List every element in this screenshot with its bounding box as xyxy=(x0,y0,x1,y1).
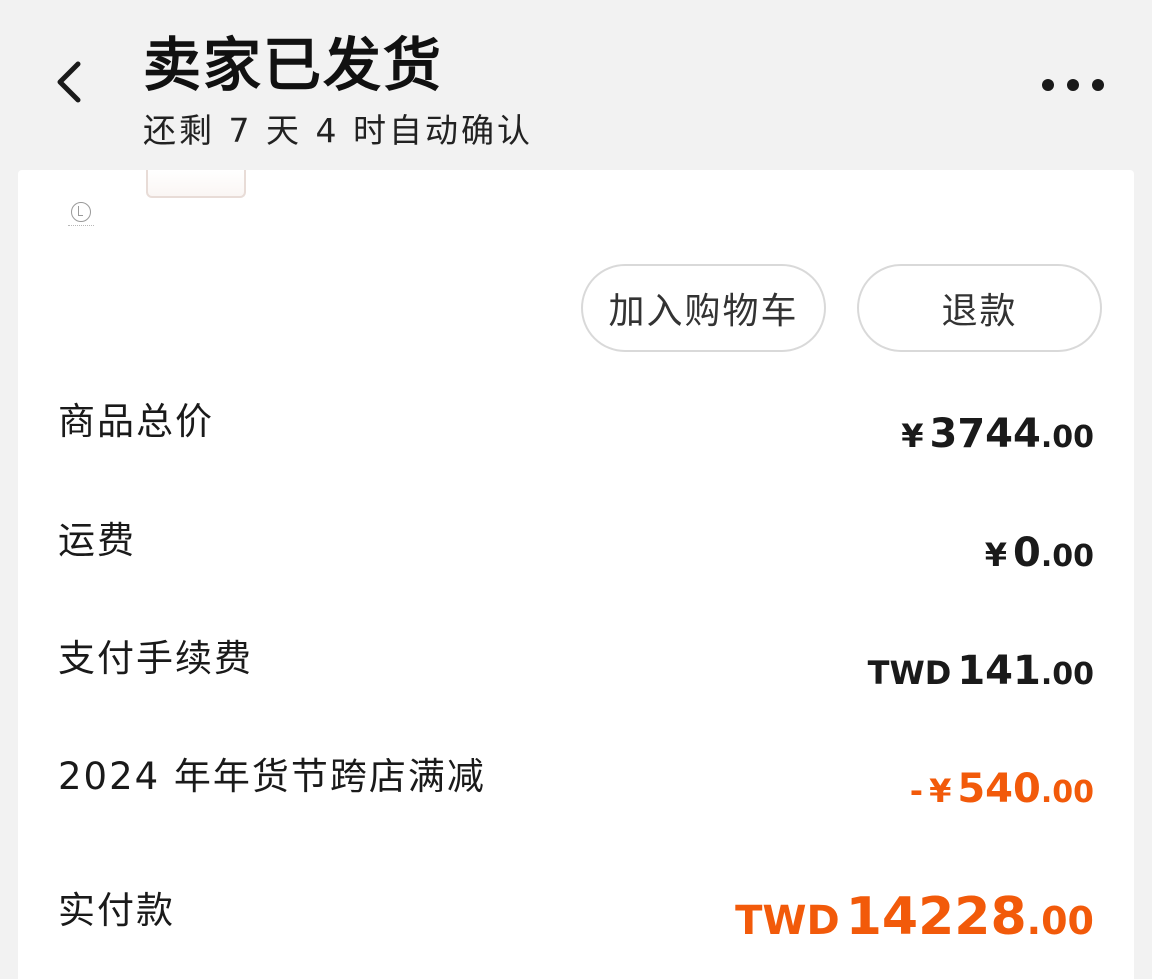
amount-integer: 14228 xyxy=(845,887,1027,947)
payment-fee-row: 支付手续费 TWD 141 .00 xyxy=(58,619,1094,699)
amount-integer: 141 xyxy=(957,648,1041,694)
order-card: 加入购物车 退款 商品总价 ¥ 3744 .00 运费 ¥ 0 .00 支付手续… xyxy=(18,170,1134,979)
more-button[interactable] xyxy=(1036,62,1110,108)
product-image[interactable] xyxy=(146,170,246,198)
payment-fee-label: 支付手续费 xyxy=(58,637,253,680)
amount-decimal: .00 xyxy=(1040,539,1094,574)
paid-label: 实付款 xyxy=(58,889,175,932)
currency-symbol: ¥ xyxy=(984,536,1007,574)
shipping-amount: ¥ 0 .00 xyxy=(985,513,1094,597)
more-dots-icon xyxy=(1042,79,1054,91)
auto-confirm-countdown: 还剩 7 天 4 时自动确认 xyxy=(143,111,533,150)
paid-row: 实付款 TWD 14228 .00 xyxy=(58,871,1094,951)
amount-decimal: .00 xyxy=(1040,420,1094,455)
currency-code: TWD xyxy=(867,654,952,692)
chevron-left-icon xyxy=(57,61,81,103)
amount-decimal: .00 xyxy=(1026,899,1094,943)
page-title: 卖家已发货 xyxy=(143,31,444,99)
discount-row: 2024 年年货节跨店满减 - ¥ 540 .00 xyxy=(58,737,1094,817)
currency-symbol: ¥ xyxy=(929,772,952,810)
paid-amount: TWD 14228 .00 xyxy=(735,877,1094,961)
discount-amount: - ¥ 540 .00 xyxy=(910,749,1094,833)
back-button[interactable] xyxy=(44,52,94,112)
shipping-row: 运费 ¥ 0 .00 xyxy=(58,501,1094,581)
minus-sign: - xyxy=(909,772,924,810)
amount-decimal: .00 xyxy=(1040,775,1094,810)
add-to-cart-button[interactable]: 加入购物车 xyxy=(581,264,826,352)
discount-label: 2024 年年货节跨店满减 xyxy=(58,755,486,798)
refund-button[interactable]: 退款 xyxy=(857,264,1102,352)
amount-integer: 3744 xyxy=(929,411,1041,457)
amount-integer: 0 xyxy=(1013,530,1041,576)
items-total-label: 商品总价 xyxy=(58,400,214,443)
more-dot xyxy=(1067,79,1079,91)
amount-integer: 540 xyxy=(957,766,1041,812)
items-total-amount: ¥ 3744 .00 xyxy=(901,394,1094,478)
header: 卖家已发货 还剩 7 天 4 时自动确认 xyxy=(0,0,1152,170)
items-total-row: 商品总价 ¥ 3744 .00 xyxy=(58,382,1094,462)
currency-code: TWD xyxy=(735,898,840,944)
amount-decimal: .00 xyxy=(1040,657,1094,692)
more-dot xyxy=(1092,79,1104,91)
shipping-label: 运费 xyxy=(58,519,136,562)
shop-logo-icon xyxy=(68,202,94,242)
currency-symbol: ¥ xyxy=(901,417,924,455)
payment-fee-amount: TWD 141 .00 xyxy=(868,631,1094,715)
